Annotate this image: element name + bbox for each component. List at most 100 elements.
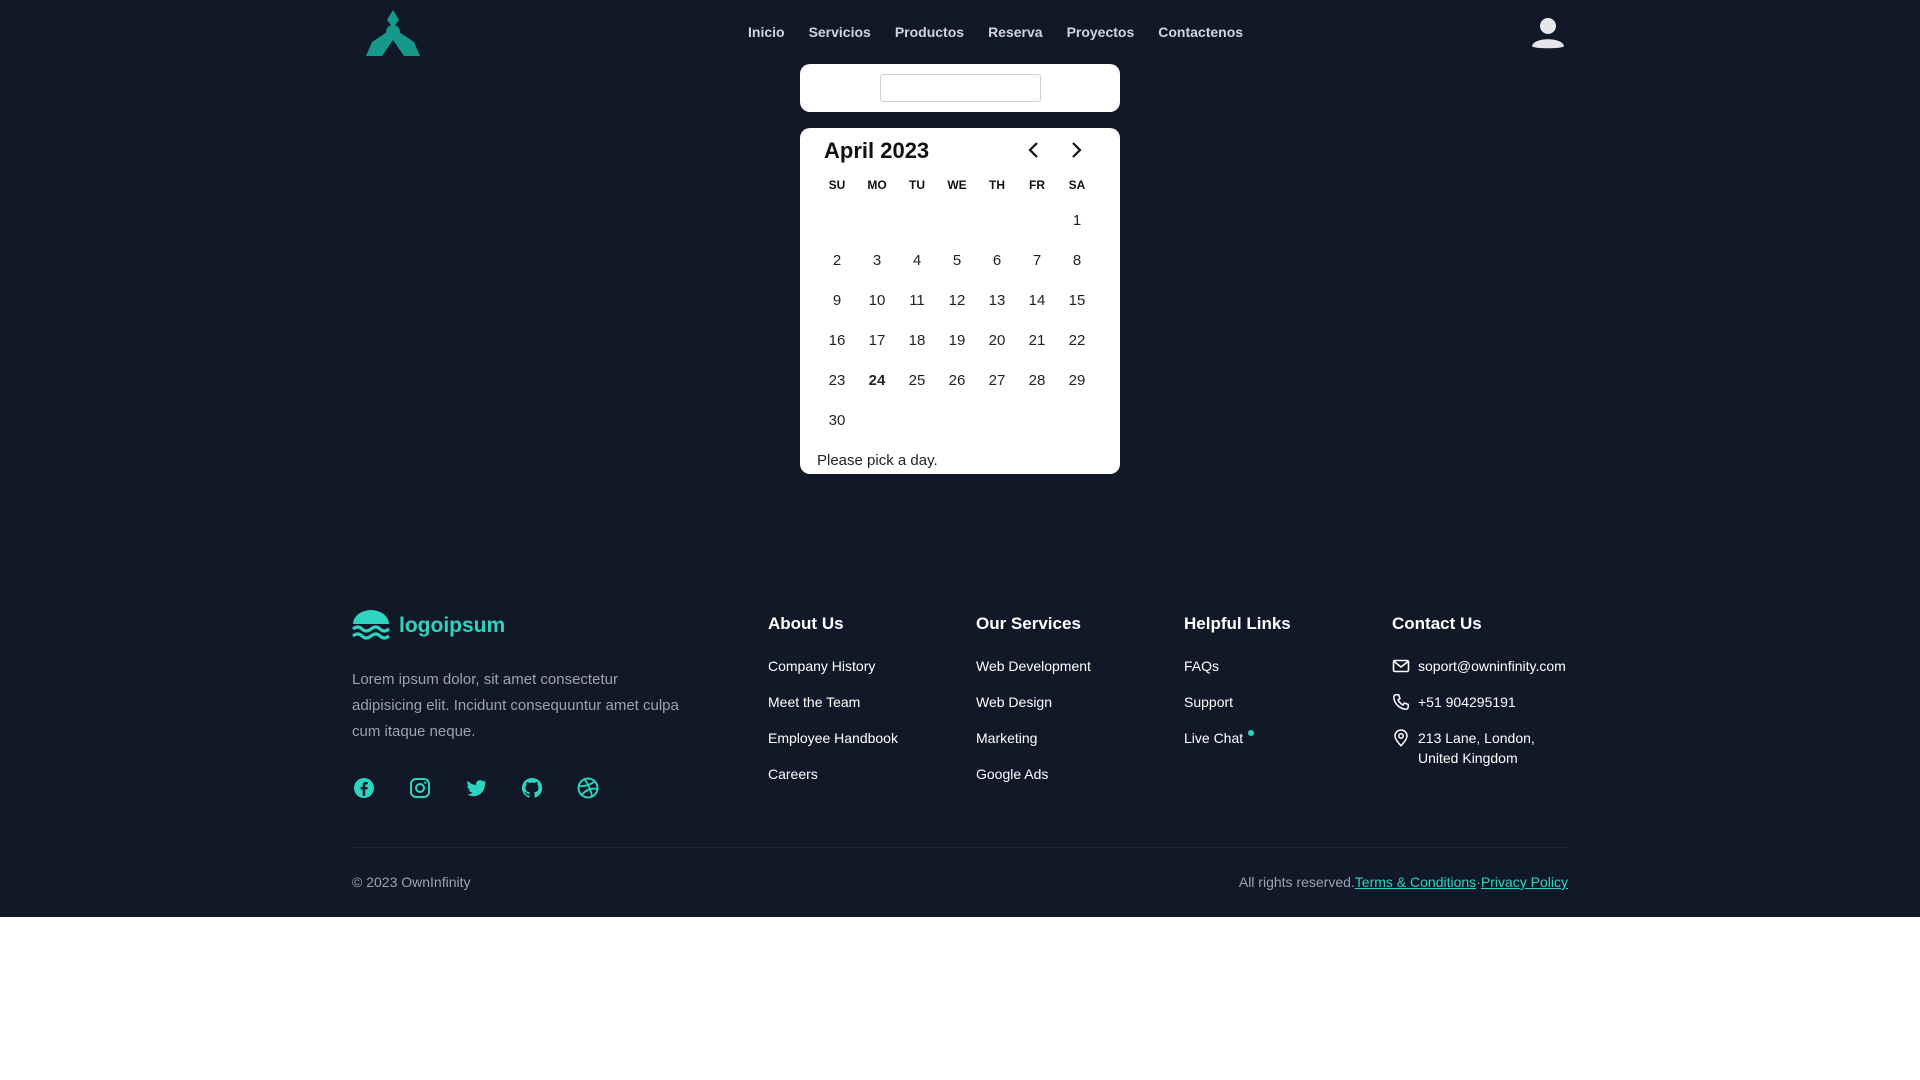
facebook-icon[interactable] (352, 776, 376, 800)
calendar-weekdays: SU MO TU WE TH FR SA (817, 178, 1097, 192)
address-line-2: United Kingdom (1418, 750, 1518, 766)
calendar-day[interactable]: 2 (817, 240, 857, 280)
github-icon[interactable] (520, 776, 544, 800)
calendar-day[interactable]: 10 (857, 280, 897, 320)
calendar-next-button[interactable] (1062, 136, 1090, 164)
nav-reserva[interactable]: Reserva (988, 22, 1043, 42)
calendar-day-today[interactable]: 24 (857, 360, 897, 400)
link-faqs[interactable]: FAQs (1184, 656, 1291, 676)
calendar-day[interactable]: 13 (977, 280, 1017, 320)
calendar-day[interactable]: 1 (1057, 200, 1097, 240)
mail-icon (1392, 659, 1410, 673)
footer-legal: All rights reserved.Terms & Conditions·P… (1239, 874, 1568, 890)
weekday-header: FR (1029, 178, 1045, 192)
calendar-day[interactable]: 17 (857, 320, 897, 360)
twitter-icon[interactable] (464, 776, 488, 800)
footer-col-contact: Contact Us soport@owninfinity.com +51 90… (1392, 612, 1566, 784)
main-nav: Inicio Servicios Productos Reserva Proye… (736, 22, 1255, 42)
calendar-blank-cell (1017, 200, 1057, 240)
weekday-header: SA (1068, 178, 1086, 192)
calendar-blank-cell (897, 200, 937, 240)
user-avatar-icon[interactable] (1530, 16, 1566, 50)
calendar-day[interactable]: 20 (977, 320, 1017, 360)
link-meet-the-team[interactable]: Meet the Team (768, 692, 898, 712)
calendar-blank-cell (817, 200, 857, 240)
link-web-design[interactable]: Web Design (976, 692, 1091, 712)
link-live-chat[interactable]: Live Chat (1184, 728, 1255, 748)
weekday-header: TU (909, 178, 925, 192)
instagram-icon[interactable] (408, 776, 432, 800)
footer-col-services: Our Services Web Development Web Design … (976, 612, 1091, 800)
calendar-day[interactable]: 5 (937, 240, 977, 280)
date-input[interactable] (880, 74, 1041, 102)
dribbble-icon[interactable] (576, 776, 600, 800)
terms-link[interactable]: Terms & Conditions (1355, 874, 1476, 890)
calendar-day[interactable]: 22 (1057, 320, 1097, 360)
calendar-day[interactable]: 12 (937, 280, 977, 320)
link-web-development[interactable]: Web Development (976, 656, 1091, 676)
nav-productos[interactable]: Productos (895, 22, 964, 42)
contact-phone[interactable]: +51 904295191 (1392, 692, 1566, 712)
calendar-day[interactable]: 15 (1057, 280, 1097, 320)
calendar-prev-button[interactable] (1020, 136, 1048, 164)
calendar-day[interactable]: 28 (1017, 360, 1057, 400)
calendar-day[interactable]: 23 (817, 360, 857, 400)
social-links (352, 776, 632, 800)
calendar-day[interactable]: 7 (1017, 240, 1057, 280)
contact-email[interactable]: soport@owninfinity.com (1392, 656, 1566, 676)
link-google-ads[interactable]: Google Ads (976, 764, 1091, 784)
calendar-day[interactable]: 27 (977, 360, 1017, 400)
calendar-blank-cell (937, 200, 977, 240)
footer-col-helpful: Helpful Links FAQs Support Live Chat (1184, 612, 1291, 764)
link-marketing[interactable]: Marketing (976, 728, 1091, 748)
copyright-text: © 2023 OwnInfinity (352, 874, 471, 890)
calendar-day[interactable]: 29 (1057, 360, 1097, 400)
calendar-day[interactable]: 16 (817, 320, 857, 360)
footer-brand: logoipsum (352, 610, 505, 642)
calendar-day[interactable]: 4 (897, 240, 937, 280)
contact-phone-text: +51 904295191 (1418, 694, 1516, 710)
address-line-1: 213 Lane, London, (1418, 730, 1535, 746)
calendar-day[interactable]: 18 (897, 320, 937, 360)
nav-contactenos[interactable]: Contactenos (1158, 22, 1243, 42)
calendar-blank-cell (857, 200, 897, 240)
link-support[interactable]: Support (1184, 692, 1291, 712)
weekday-header: TH (989, 178, 1005, 192)
privacy-link[interactable]: Privacy Policy (1481, 874, 1568, 890)
link-employee-handbook[interactable]: Employee Handbook (768, 728, 898, 748)
footer-col-title: Helpful Links (1184, 614, 1291, 633)
footer-divider (352, 847, 1568, 848)
calendar-day[interactable]: 11 (897, 280, 937, 320)
nav-servicios[interactable]: Servicios (809, 22, 871, 42)
logoipsum-icon (352, 610, 390, 640)
weekday-header: MO (867, 178, 887, 192)
calendar-day[interactable]: 21 (1017, 320, 1057, 360)
calendar-day[interactable]: 14 (1017, 280, 1057, 320)
calendar-day[interactable]: 6 (977, 240, 1017, 280)
logo-icon[interactable] (366, 10, 420, 56)
online-status-dot (1248, 730, 1255, 736)
contact-email-text: soport@owninfinity.com (1418, 658, 1566, 674)
link-careers[interactable]: Careers (768, 764, 898, 784)
calendar-footer-text: Please pick a day. (817, 452, 938, 469)
brand-name: logoipsum (399, 614, 506, 637)
calendar: April 2023 SU MO TU WE TH FR SA 1 2 3 4 5 6 7 8 9 10 11 1… (800, 128, 1120, 474)
page-background: Inicio Servicios Productos Reserva Proye… (0, 0, 1920, 917)
location-pin-icon (1394, 729, 1408, 747)
footer-about-text: Lorem ipsum dolor, sit amet consectetur … (352, 671, 679, 740)
nav-proyectos[interactable]: Proyectos (1067, 22, 1135, 42)
weekday-header: WE (947, 178, 967, 192)
nav-inicio[interactable]: Inicio (748, 22, 785, 42)
footer-col-title: Our Services (976, 614, 1081, 633)
calendar-day[interactable]: 9 (817, 280, 857, 320)
calendar-day[interactable]: 26 (937, 360, 977, 400)
footer-col-title: Contact Us (1392, 614, 1482, 633)
link-company-history[interactable]: Company History (768, 656, 898, 676)
calendar-month-title: April 2023 (824, 138, 930, 163)
calendar-day[interactable]: 19 (937, 320, 977, 360)
calendar-day[interactable]: 8 (1057, 240, 1097, 280)
calendar-day[interactable]: 30 (817, 400, 857, 440)
calendar-day[interactable]: 25 (897, 360, 937, 400)
chevron-left-icon (1028, 142, 1038, 158)
calendar-day[interactable]: 3 (857, 240, 897, 280)
